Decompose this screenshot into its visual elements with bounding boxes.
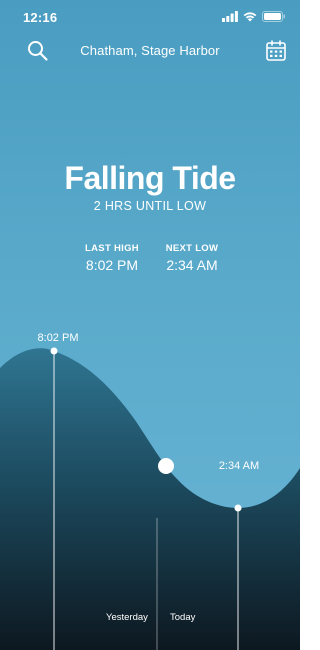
day-label-today: Today (170, 612, 196, 623)
tide-screen: 12:16 Chatham, Stage Harbor Falling Tide… (0, 0, 300, 650)
low-marker-label: 2:34 AM (218, 460, 260, 472)
tide-chart (0, 347, 300, 650)
search-icon (28, 41, 48, 61)
high-marker-label: 8:02 PM (37, 332, 79, 344)
tide-countdown: 2 HRS UNTIL LOW (93, 199, 207, 213)
next-low-label: NEXT LOW (165, 243, 219, 254)
last-high-time: 8:02 PM (85, 257, 139, 273)
status-time: 12:16 (23, 10, 58, 25)
last-high-stat: LAST HIGH 8:02 PM (67, 243, 157, 273)
location-title[interactable]: Chatham, Stage Harbor (60, 43, 240, 58)
last-high-label: LAST HIGH (85, 243, 139, 254)
calendar-icon (266, 40, 286, 61)
search-button[interactable] (27, 40, 49, 62)
header-bar: Chatham, Stage Harbor (0, 34, 300, 68)
battery-icon (262, 11, 285, 22)
tide-state-title: Falling Tide (64, 160, 236, 196)
next-low-time: 2:34 AM (166, 257, 218, 273)
current-tide-dot[interactable] (158, 458, 174, 474)
status-bar: 12:16 (0, 0, 300, 34)
wifi-icon (243, 12, 257, 22)
high-marker-dot (50, 347, 58, 355)
calendar-button[interactable] (266, 40, 286, 62)
signal-icon (222, 11, 238, 22)
tide-water-area (0, 348, 300, 650)
day-label-yesterday: Yesterday (106, 612, 148, 623)
next-low-stat: NEXT LOW 2:34 AM (147, 243, 237, 273)
low-marker-dot (234, 504, 242, 512)
